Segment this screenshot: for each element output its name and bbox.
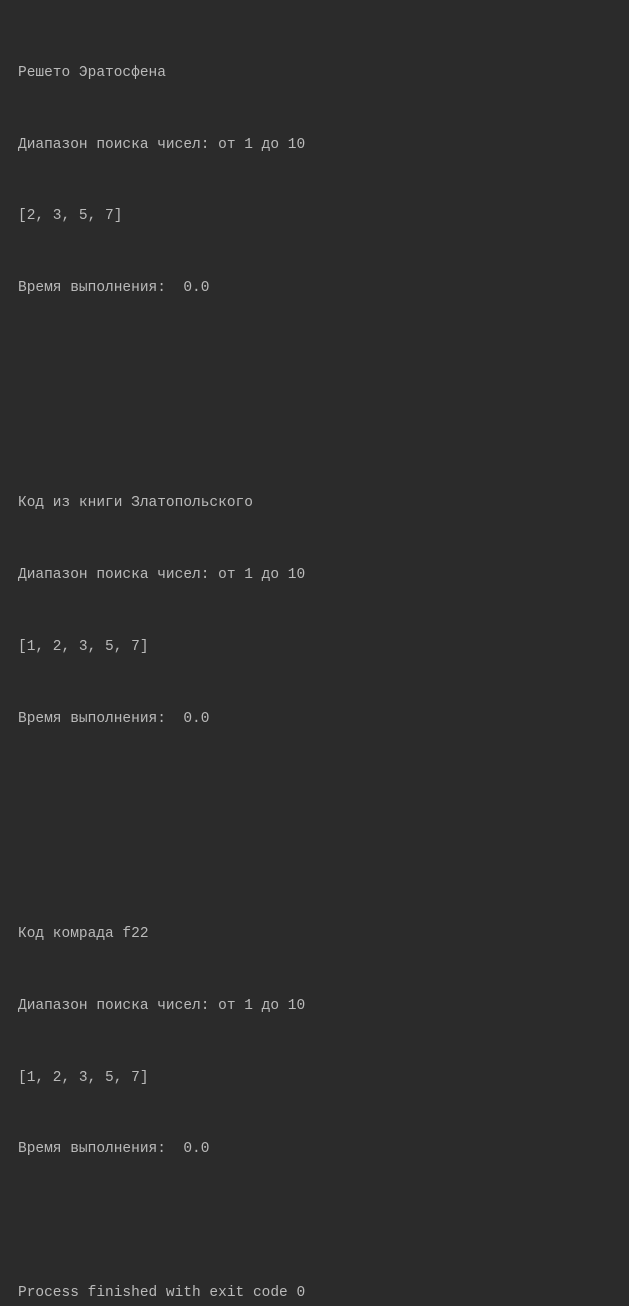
process-finished-line: Process finished with exit code 0	[18, 1282, 611, 1306]
output-line: Код комрада f22	[18, 923, 611, 947]
blank-line	[18, 349, 611, 373]
output-line: Диапазон поиска чисел: от 1 до 10	[18, 134, 611, 158]
blank-line	[18, 851, 611, 875]
blank-line	[18, 1210, 611, 1234]
output-line: [1, 2, 3, 5, 7]	[18, 636, 611, 660]
output-line: Время выполнения: 0.0	[18, 708, 611, 732]
output-line: [2, 3, 5, 7]	[18, 205, 611, 229]
output-line: [1, 2, 3, 5, 7]	[18, 1067, 611, 1091]
output-line: Код из книги Златопольского	[18, 492, 611, 516]
output-line: Время выполнения: 0.0	[18, 1138, 611, 1162]
output-line: Время выполнения: 0.0	[18, 277, 611, 301]
blank-line	[18, 780, 611, 804]
output-line: Решето Эратосфена	[18, 62, 611, 86]
output-line: Диапазон поиска чисел: от 1 до 10	[18, 564, 611, 588]
output-line: Диапазон поиска чисел: от 1 до 10	[18, 995, 611, 1019]
console-output: Решето Эратосфена Диапазон поиска чисел:…	[18, 14, 611, 1306]
blank-line	[18, 421, 611, 445]
